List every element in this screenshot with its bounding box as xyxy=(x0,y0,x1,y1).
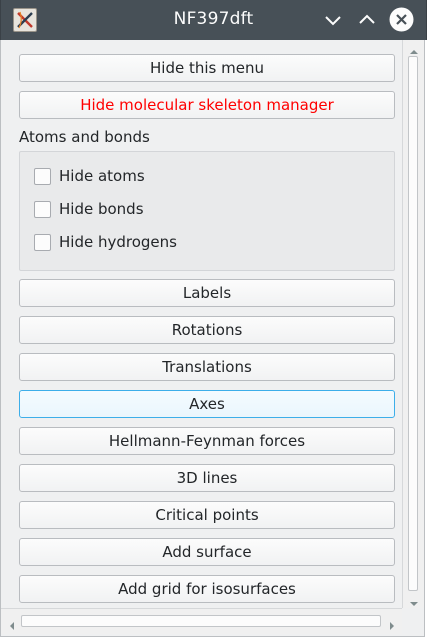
hide-skeleton-manager-button[interactable]: Hide molecular skeleton manager xyxy=(19,91,395,119)
scroll-right-icon[interactable] xyxy=(387,617,397,630)
add-surface-button[interactable]: Add surface xyxy=(19,538,395,566)
close-icon[interactable] xyxy=(389,7,414,32)
hide-hydrogens-checkbox[interactable] xyxy=(34,234,51,251)
horizontal-scroll-thumb[interactable] xyxy=(21,615,381,627)
3d-lines-button[interactable]: 3D lines xyxy=(19,464,395,492)
vertical-scrollbar[interactable] xyxy=(402,40,424,608)
scroll-down-icon[interactable] xyxy=(409,595,419,606)
atoms-bonds-title: Atoms and bonds xyxy=(19,128,150,146)
maximize-icon[interactable] xyxy=(355,8,379,32)
scrollbar-corner xyxy=(402,608,424,634)
atoms-bonds-group: Hide atoms Hide bonds Hide hydrogens xyxy=(19,151,395,271)
add-grid-isosurfaces-button[interactable]: Add grid for isosurfaces xyxy=(19,575,395,603)
menu-panel: Hide this menu Hide molecular skeleton m… xyxy=(11,40,401,608)
title-bar[interactable]: NF397dft xyxy=(0,0,427,40)
scroll-left-icon[interactable] xyxy=(7,617,17,630)
hide-menu-button[interactable]: Hide this menu xyxy=(19,54,395,82)
axes-button[interactable]: Axes xyxy=(19,390,395,418)
hide-hydrogens-label: Hide hydrogens xyxy=(59,233,177,251)
window-body: Hide this menu Hide molecular skeleton m… xyxy=(0,40,425,637)
hide-atoms-label: Hide atoms xyxy=(59,167,145,185)
hide-bonds-label: Hide bonds xyxy=(59,200,144,218)
minimize-icon[interactable] xyxy=(321,8,345,32)
hide-bonds-checkbox[interactable] xyxy=(34,201,51,218)
translations-button[interactable]: Translations xyxy=(19,353,395,381)
scroll-up-icon[interactable] xyxy=(409,43,419,54)
vertical-scroll-thumb[interactable] xyxy=(408,56,418,591)
horizontal-scrollbar[interactable] xyxy=(1,608,402,634)
hellmann-feynman-forces-button[interactable]: Hellmann-Feynman forces xyxy=(19,427,395,455)
hide-atoms-checkbox[interactable] xyxy=(34,168,51,185)
critical-points-button[interactable]: Critical points xyxy=(19,501,395,529)
labels-button[interactable]: Labels xyxy=(19,279,395,307)
rotations-button[interactable]: Rotations xyxy=(19,316,395,344)
